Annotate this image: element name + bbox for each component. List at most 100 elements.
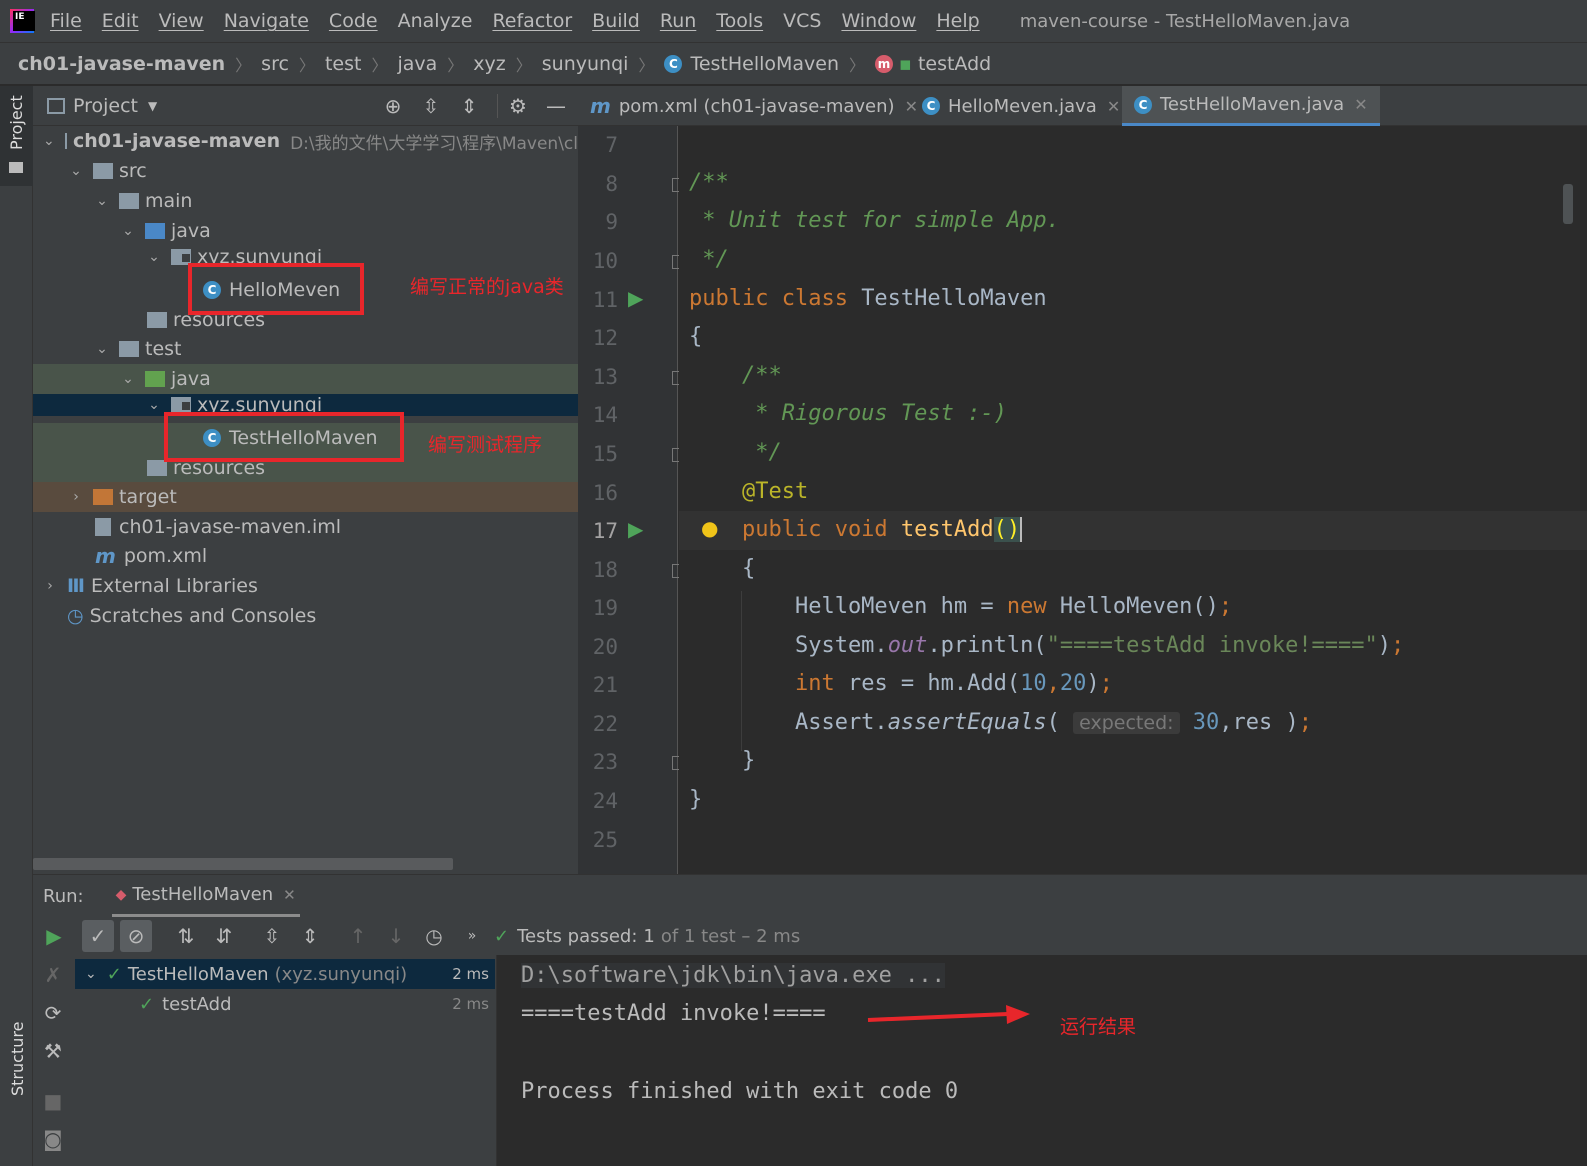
- horizontal-scrollbar[interactable]: [33, 858, 453, 870]
- tree-row-src[interactable]: ⌄ src: [33, 156, 578, 186]
- menu-edit[interactable]: Edit: [102, 10, 139, 32]
- chevron-down-icon[interactable]: ⌄: [69, 163, 83, 179]
- chevron-down-icon[interactable]: ⌄: [43, 133, 55, 149]
- menu-refactor[interactable]: Refactor: [492, 10, 572, 32]
- crumb-src[interactable]: src: [261, 53, 289, 75]
- chevron-right-icon[interactable]: ›: [69, 489, 83, 505]
- chevron-down-icon[interactable]: ⌄: [147, 249, 161, 265]
- annotation-test-program: 编写测试程序: [428, 434, 543, 456]
- tab-pom-xml[interactable]: m pom.xml (ch01-javase-maven) ✕: [578, 86, 930, 126]
- dropdown-arrow-icon[interactable]: ▼: [148, 99, 157, 113]
- tree-row-main-java[interactable]: ⌄ java: [33, 216, 578, 246]
- project-tab-label: Project: [7, 95, 26, 150]
- menu-tools[interactable]: Tools: [716, 10, 763, 32]
- more-actions-icon[interactable]: »: [456, 920, 488, 952]
- crumb-method[interactable]: testAdd: [918, 53, 991, 75]
- code-editor[interactable]: /** * Unit test for simple App. */ publi…: [679, 126, 1587, 874]
- chevron-right-icon[interactable]: ›: [43, 578, 57, 594]
- project-view-selector[interactable]: Project: [73, 95, 138, 117]
- previous-failed-icon[interactable]: ↑: [342, 920, 374, 952]
- source-folder-icon: [145, 223, 165, 239]
- wrench-icon[interactable]: ⚒: [37, 1035, 69, 1067]
- chevron-down-icon[interactable]: ⌄: [85, 966, 97, 982]
- run-tab-testhellomaven[interactable]: ◆ TestHelloMaven ✕: [111, 875, 300, 917]
- collapse-all-icon[interactable]: ⇕: [457, 94, 481, 118]
- crumb-class[interactable]: TestHelloMaven: [690, 53, 839, 75]
- tree-row-scratches[interactable]: ◷ Scratches and Consoles: [33, 601, 578, 631]
- code-line-14: * Rigorous Test :-): [689, 401, 1007, 426]
- project-view-icon: [47, 97, 65, 114]
- test-row-method[interactable]: ✓ testAdd 2 ms: [75, 989, 495, 1019]
- line-number: 9: [605, 210, 618, 234]
- sort-duration-icon[interactable]: ⇵: [208, 920, 240, 952]
- show-passed-icon[interactable]: ✓: [82, 920, 114, 952]
- gear-icon[interactable]: ⚙: [506, 94, 530, 118]
- close-icon[interactable]: ✕: [1354, 95, 1367, 114]
- tree-row-pom[interactable]: m pom.xml: [33, 541, 578, 571]
- run-test-icon[interactable]: ▶: [628, 286, 652, 310]
- sort-alpha-icon[interactable]: ⇅: [170, 920, 202, 952]
- project-panel: Project ▼ ⊕ ⇳ ⇕ ⚙ — ⌄ ch01-javase-maven …: [33, 86, 578, 874]
- crumb-test[interactable]: test: [325, 53, 362, 75]
- collapse-all-icon[interactable]: ⇕: [294, 920, 326, 952]
- chevron-down-icon[interactable]: ⌄: [121, 223, 135, 239]
- close-icon[interactable]: ✕: [1107, 97, 1120, 116]
- tab-hellomeven-java[interactable]: C HelloMeven.java ✕: [910, 86, 1132, 126]
- menu-file[interactable]: File: [50, 10, 82, 32]
- menu-window[interactable]: Window: [841, 10, 916, 32]
- tree-row-external-libraries[interactable]: › Ⅲ External Libraries: [33, 571, 578, 601]
- tab-testhellomaven-java[interactable]: C TestHelloMaven.java ✕: [1122, 86, 1380, 126]
- editor-tab-bar: m pom.xml (ch01-javase-maven) ✕ C HelloM…: [578, 86, 1587, 126]
- line-number: 23: [592, 750, 618, 774]
- menu-code[interactable]: Code: [329, 10, 378, 32]
- line-number: 16: [592, 481, 618, 505]
- crumb-java[interactable]: java: [397, 53, 437, 75]
- crumb-project[interactable]: ch01-javase-maven: [18, 53, 225, 75]
- code-line-21: int res = hm.Add(10,20);: [689, 671, 1113, 696]
- rerun-icon[interactable]: ▶: [38, 920, 70, 952]
- run-test-icon[interactable]: ▶: [628, 517, 652, 541]
- console-line-exit: Process finished with exit code 0: [521, 1079, 959, 1104]
- menu-build[interactable]: Build: [592, 10, 640, 32]
- menu-navigate[interactable]: Navigate: [224, 10, 309, 32]
- menu-view[interactable]: View: [159, 10, 204, 32]
- tree-row-test-java[interactable]: ⌄ java: [33, 364, 578, 394]
- project-tool-tab[interactable]: Project: [0, 86, 33, 186]
- test-row-class[interactable]: ⌄ ✓ TestHelloMaven (xyz.sunyunqi) 2 ms: [75, 959, 495, 989]
- menu-vcs[interactable]: VCS: [783, 10, 821, 32]
- show-ignored-icon[interactable]: ⊘: [120, 920, 152, 952]
- test-history-icon[interactable]: ◷: [418, 920, 450, 952]
- close-icon[interactable]: ✕: [283, 886, 296, 904]
- crumb-xyz[interactable]: xyz: [473, 53, 505, 75]
- tree-row-test[interactable]: ⌄ test: [33, 334, 578, 364]
- tree-row-main[interactable]: ⌄ main: [33, 186, 578, 216]
- vertical-scrollbar[interactable]: [1563, 184, 1573, 224]
- test-class-package: (xyz.sunyunqi): [274, 963, 408, 985]
- rerun-failed-icon[interactable]: ⟳: [37, 997, 69, 1029]
- expand-all-icon[interactable]: ⇳: [419, 94, 443, 118]
- menu-analyze[interactable]: Analyze: [398, 10, 473, 32]
- lightbulb-icon[interactable]: ●: [701, 516, 718, 540]
- next-failed-icon[interactable]: ↓: [380, 920, 412, 952]
- chevron-down-icon[interactable]: ⌄: [95, 193, 109, 209]
- hide-panel-icon[interactable]: —: [544, 94, 568, 118]
- tree-row-project-root[interactable]: ⌄ ch01-javase-maven D:\我的文件\大学学习\程序\Mave…: [33, 126, 578, 156]
- code-line-10: */: [689, 247, 729, 272]
- expand-all-icon[interactable]: ⇳: [256, 920, 288, 952]
- console-output[interactable]: D:\software\jdk\bin\java.exe ... ====tes…: [497, 955, 1587, 1166]
- structure-tool-tab[interactable]: Structure: [0, 1016, 33, 1096]
- tree-row-iml[interactable]: ch01-javase-maven.iml: [33, 512, 578, 542]
- chevron-down-icon[interactable]: ⌄: [121, 371, 135, 387]
- locate-icon[interactable]: ⊕: [381, 94, 405, 118]
- chevron-down-icon[interactable]: ⌄: [147, 397, 161, 413]
- tree-row-target[interactable]: › target: [33, 482, 578, 512]
- camera-icon[interactable]: ◙: [37, 1123, 69, 1155]
- stop-icon[interactable]: ■: [37, 1085, 69, 1117]
- debug-icon[interactable]: ✗: [37, 959, 69, 991]
- chevron-down-icon[interactable]: ⌄: [95, 341, 109, 357]
- maven-file-icon: m: [590, 94, 611, 118]
- crumb-sunyunqi[interactable]: sunyunqi: [542, 53, 629, 75]
- menu-run[interactable]: Run: [660, 10, 696, 32]
- java-class-icon: C: [1134, 95, 1152, 114]
- menu-help[interactable]: Help: [936, 10, 979, 32]
